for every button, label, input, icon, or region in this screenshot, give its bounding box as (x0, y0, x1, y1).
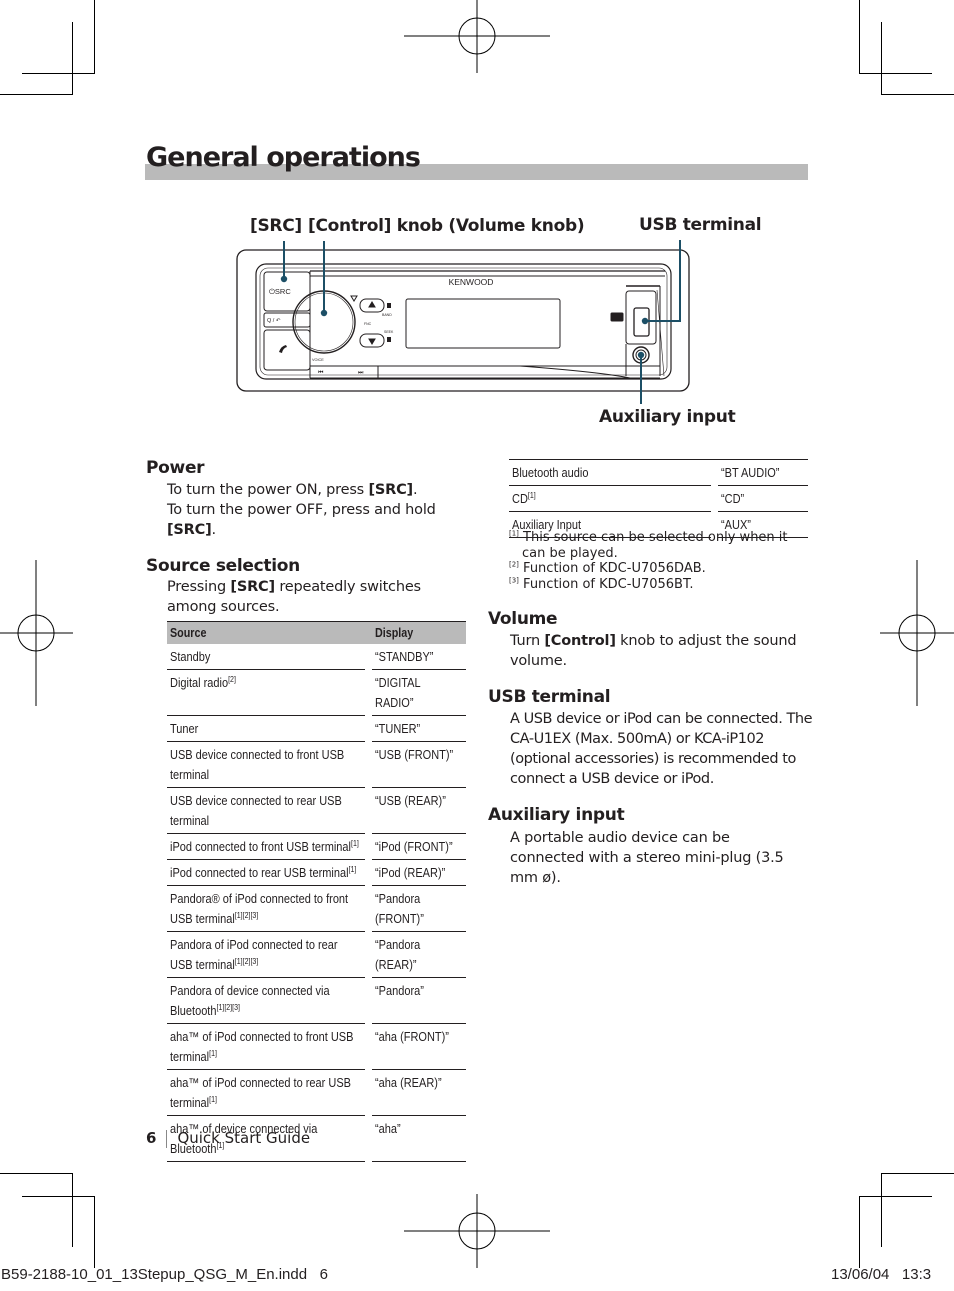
table-row: CD[1] “CD” (509, 486, 808, 512)
display-cell: “Pandora (REAR)” (372, 932, 466, 978)
table-row: USB device connected to front USB termin… (167, 742, 466, 788)
source-selection-text: Pressing [SRC] repeatedly switches among… (167, 579, 421, 615)
source-cell: Standby (167, 644, 365, 670)
page-footer: 6 Quick Start Guide (146, 1129, 310, 1148)
head-unit-illustration: KENWOOD ⏻SRC Q / ↶ BAND FNC SEEK VOICE ⏮… (236, 240, 690, 404)
table-row: Bluetooth audio “BT AUDIO” (509, 459, 808, 486)
source-cell: Tuner (167, 716, 365, 742)
source-cell: USB device connected to rear USB termina… (167, 788, 365, 834)
heading-volume: Volume (488, 609, 558, 629)
auxiliary-input-text: A portable audio device can be connected… (510, 830, 784, 886)
source-cell: iPod connected to front USB terminal[1] (167, 834, 365, 860)
footnote: [3] Function of KDC-U7056BT. (509, 576, 694, 592)
volume-text: Turn [Control] knob to adjust the sound … (510, 633, 797, 669)
registration-mark-left (0, 560, 73, 706)
source-cell: Pandora of device connected via Bluetoot… (167, 978, 365, 1024)
table-row: Digital radio[2] “DIGITAL RADIO” (167, 670, 466, 716)
heading-power: Power (146, 458, 205, 478)
display-cell: “DIGITAL RADIO” (372, 670, 466, 716)
table-row: Pandora® of iPod connected to front USB … (167, 886, 466, 932)
display-cell: “USB (REAR)” (372, 788, 466, 834)
src-button-label: ⏻SRC (269, 287, 291, 296)
column-header-display: Display (372, 621, 466, 644)
display-cell: “TUNER” (372, 716, 466, 742)
table-row: aha™ of iPod connected to rear USB termi… (167, 1070, 466, 1116)
display-cell: “CD” (718, 486, 808, 512)
thumbs-down-icon (387, 337, 391, 342)
display-cell: “USB (FRONT)” (372, 742, 466, 788)
leader-line-usb (645, 240, 681, 322)
source-cell: Bluetooth audio (509, 459, 711, 486)
table-row: aha™ of iPod connected to front USB term… (167, 1024, 466, 1070)
display-cell: “aha (REAR)” (372, 1070, 466, 1116)
table-row: Tuner “TUNER” (167, 716, 466, 742)
source-cell: Pandora® of iPod connected to front USB … (167, 886, 365, 932)
source-cell: Pandora of iPod connected to rear USB te… (167, 932, 365, 978)
next-track-label: ⏭ (358, 370, 364, 376)
source-cell: CD[1] (509, 486, 711, 512)
registration-mark-bottom (404, 1194, 550, 1268)
display-cell: “iPod (REAR)” (372, 860, 466, 886)
table-row: Pandora of iPod connected to rear USB te… (167, 932, 466, 978)
band-label: BAND (382, 313, 392, 317)
power-text: To turn the power ON, press [SRC]. To tu… (167, 482, 436, 538)
source-cell: iPod connected to rear USB terminal[1] (167, 860, 365, 886)
column-header-source: Source (167, 621, 365, 644)
footnote: [2] Function of KDC-U7056DAB. (509, 560, 706, 576)
slug-datetime: 13/06/04 13:3 (831, 1266, 932, 1283)
source-cell: aha™ of iPod connected to front USB term… (167, 1024, 365, 1070)
table-row: Standby “STANDBY” (167, 644, 466, 670)
seek-label: SEEK (384, 330, 394, 334)
heading-usb-terminal: USB terminal (488, 687, 611, 707)
footnote: [1] This source can be selected only whe… (509, 529, 788, 561)
usb-terminal-text: A USB device or iPod can be connected. T… (510, 711, 813, 787)
registration-mark-right (880, 560, 954, 706)
page-number: 6 (146, 1129, 157, 1147)
display-cell: “iPod (FRONT)” (372, 834, 466, 860)
footer-divider (166, 1129, 168, 1148)
display-cell: “BT AUDIO” (718, 459, 808, 486)
display-cell: “aha (FRONT)” (372, 1024, 466, 1070)
prev-track-label: ⏮ (318, 370, 324, 376)
table-row: iPod connected to rear USB terminal[1] “i… (167, 860, 466, 886)
thumbs-up-icon (387, 303, 391, 308)
source-table-continued: Bluetooth audio “BT AUDIO” CD[1] “CD” Auxili… (509, 459, 808, 538)
display-cell: “Pandora” (372, 978, 466, 1024)
guide-name: Quick Start Guide (177, 1129, 311, 1147)
fnc-label: FNC (364, 322, 372, 326)
phone-button (263, 329, 311, 371)
source-cell: aha™ of iPod connected to rear USB termi… (167, 1070, 365, 1116)
display-cell: “Pandora (FRONT)” (372, 886, 466, 932)
voice-label: VOICE (312, 358, 324, 362)
display-window (405, 298, 561, 349)
search-back-label: Q / ↶ (267, 317, 281, 324)
source-table: Source Display Standby “STANDBY” Digital r… (167, 621, 466, 1162)
table-row: iPod connected to front USB terminal[1] “… (167, 834, 466, 860)
phone-icon (279, 345, 287, 353)
display-cell: “aha” (372, 1116, 466, 1162)
heading-auxiliary-input: Auxiliary input (488, 805, 625, 825)
heading-source-selection: Source selection (146, 556, 300, 576)
source-cell: USB device connected to front USB termin… (167, 742, 365, 788)
slug-filename: B59-2188-10_01_13Stepup_QSG_M_En.indd 6 (1, 1266, 328, 1283)
table-row: USB device connected to rear USB termina… (167, 788, 466, 834)
footnotes: [1] This source can be selected only whe… (509, 530, 809, 592)
brand-logo: KENWOOD (449, 277, 494, 287)
table-row: Pandora of device connected via Bluetoot… (167, 978, 466, 1024)
source-cell: Digital radio[2] (167, 670, 365, 716)
display-cell: “STANDBY” (372, 644, 466, 670)
